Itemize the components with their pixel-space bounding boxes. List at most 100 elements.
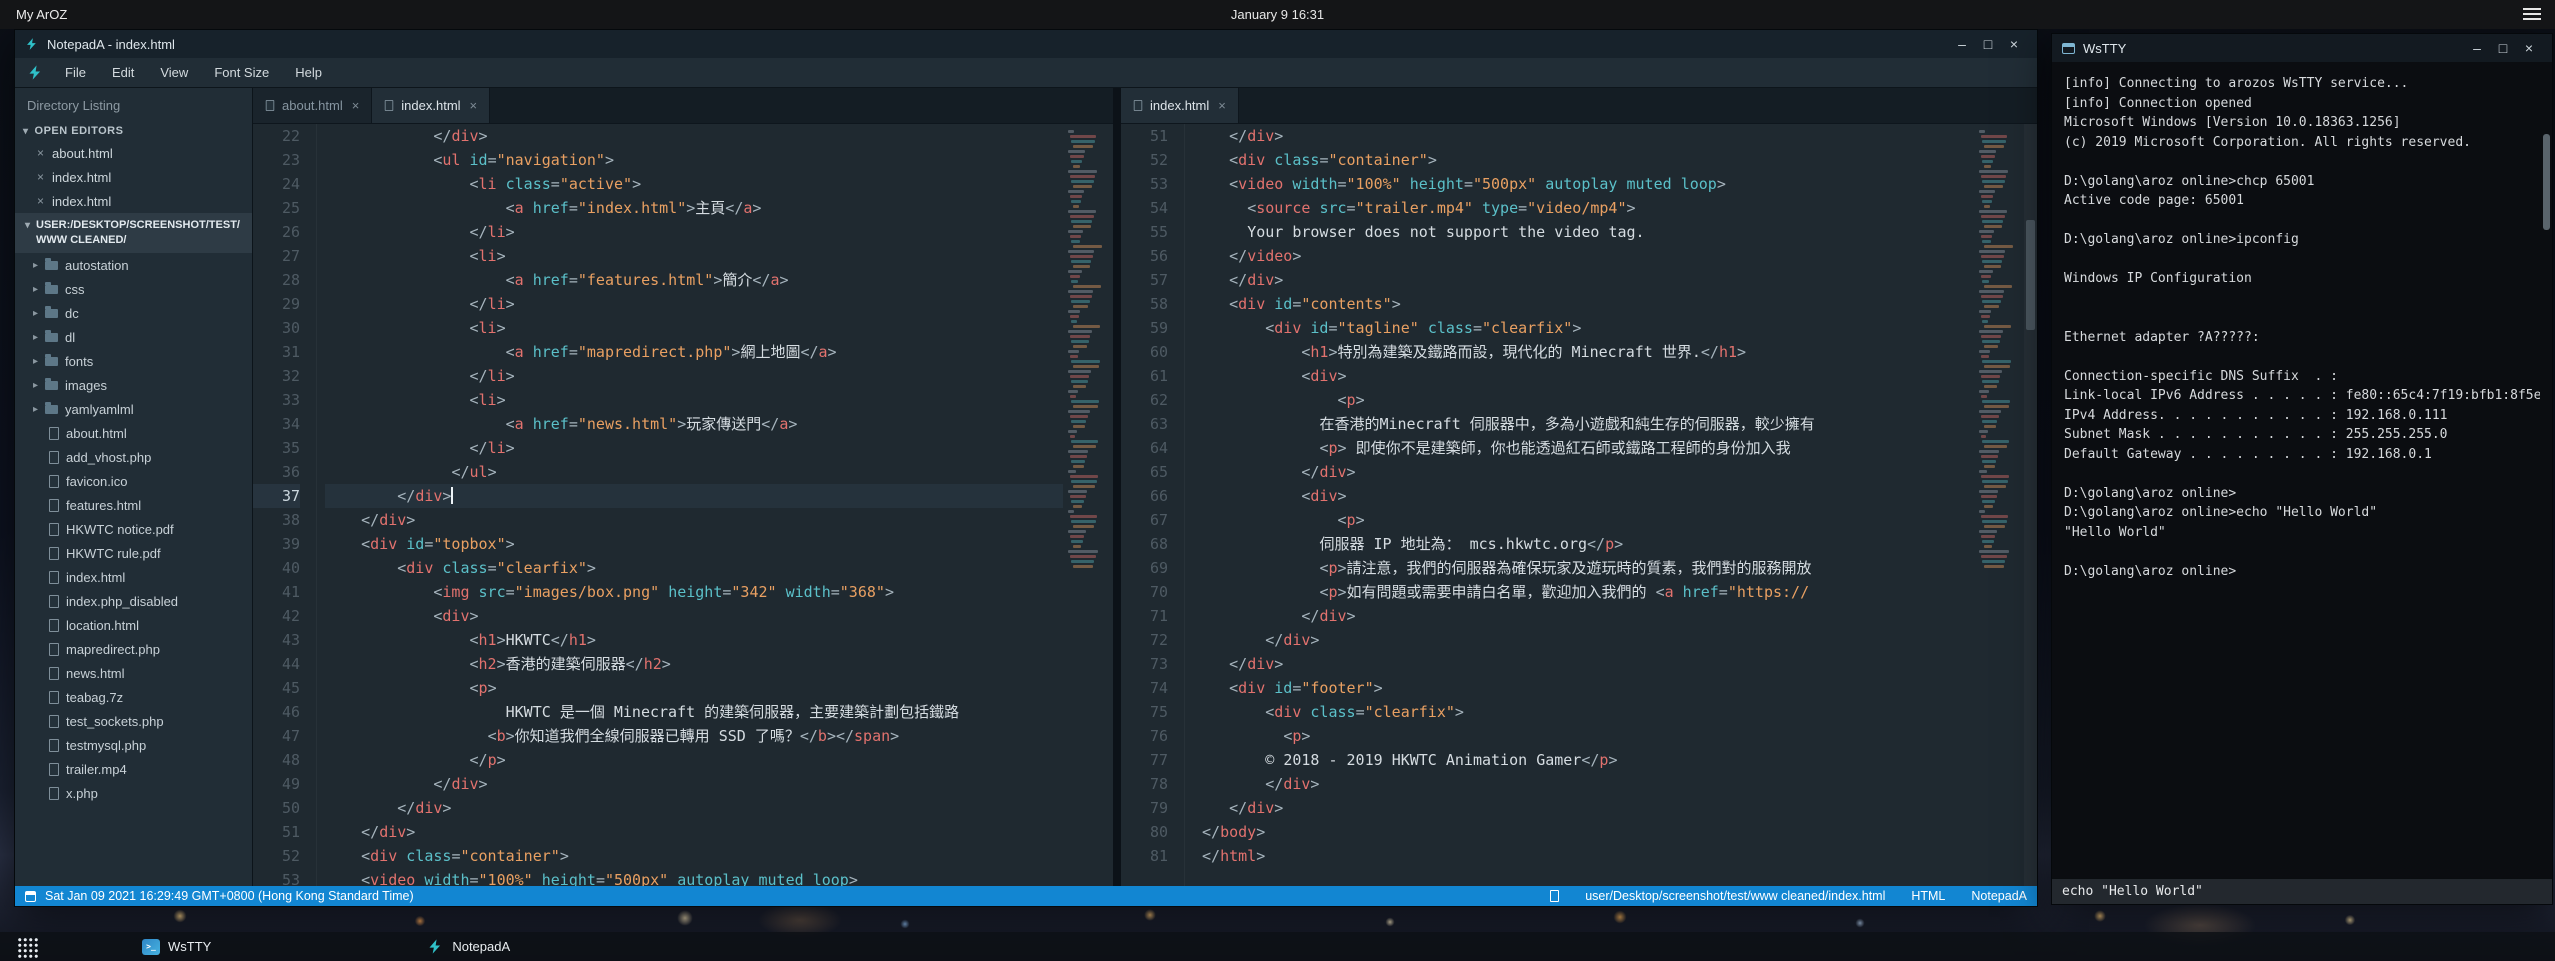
code-line-51[interactable]: </div> — [325, 820, 1063, 844]
code-line-44[interactable]: <h2>香港的建築伺服器</h2> — [325, 652, 1063, 676]
code-line-31[interactable]: <a href="mapredirect.php">網上地圖</a> — [325, 340, 1063, 364]
file-add_vhost.php[interactable]: add_vhost.php — [15, 445, 252, 469]
code-line-62[interactable]: <p> — [1193, 388, 1974, 412]
open-editor-index.html[interactable]: ×index.html — [15, 165, 252, 189]
code-line-24[interactable]: <li class="active"> — [325, 172, 1063, 196]
code-line-66[interactable]: <div> — [1193, 484, 1974, 508]
code-line-43[interactable]: <h1>HKWTC</h1> — [325, 628, 1063, 652]
folder-css[interactable]: ▸css — [15, 277, 252, 301]
system-menu[interactable]: My ArOZ — [16, 7, 67, 22]
code-line-57[interactable]: </div> — [1193, 268, 1974, 292]
code-line-38[interactable]: </div> — [325, 508, 1063, 532]
close-icon[interactable]: × — [37, 170, 44, 184]
file-HKWTC notice.pdf[interactable]: HKWTC notice.pdf — [15, 517, 252, 541]
code-editor-2[interactable]: </div> <div class="container"> <video wi… — [1185, 124, 1974, 886]
code-line-23[interactable]: <ul id="navigation"> — [325, 148, 1063, 172]
code-line-27[interactable]: <li> — [325, 244, 1063, 268]
menu-font-size[interactable]: Font Size — [201, 58, 282, 88]
tab-close-icon[interactable]: × — [1218, 98, 1226, 113]
close-icon[interactable]: × — [37, 194, 44, 208]
close-button[interactable]: × — [2001, 36, 2027, 52]
code-line-34[interactable]: <a href="news.html">玩家傳送門</a> — [325, 412, 1063, 436]
file-index.php_disabled[interactable]: index.php_disabled — [15, 589, 252, 613]
code-line-26[interactable]: </li> — [325, 220, 1063, 244]
app-launcher-button[interactable] — [12, 932, 42, 961]
code-editor-1[interactable]: </div> <ul id="navigation"> <li class="a… — [317, 124, 1063, 886]
code-line-50[interactable]: </div> — [325, 796, 1063, 820]
code-line-40[interactable]: <div class="clearfix"> — [325, 556, 1063, 580]
code-line-51[interactable]: </div> — [1193, 124, 1974, 148]
close-icon[interactable]: × — [37, 146, 44, 160]
open-editor-index.html[interactable]: ×index.html — [15, 189, 252, 213]
menu-file[interactable]: File — [52, 58, 99, 88]
code-line-73[interactable]: </div> — [1193, 652, 1974, 676]
code-line-53[interactable]: <video width="100%" height="500px" autop… — [1193, 172, 1974, 196]
terminal-input[interactable]: echo "Hello World" — [2052, 878, 2552, 904]
file-about.html[interactable]: about.html — [15, 421, 252, 445]
code-line-35[interactable]: </li> — [325, 436, 1063, 460]
file-teabag.7z[interactable]: teabag.7z — [15, 685, 252, 709]
file-location.html[interactable]: location.html — [15, 613, 252, 637]
code-line-56[interactable]: </video> — [1193, 244, 1974, 268]
folder-dl[interactable]: ▸dl — [15, 325, 252, 349]
close-button[interactable]: × — [2516, 40, 2542, 56]
file-test_sockets.php[interactable]: test_sockets.php — [15, 709, 252, 733]
code-line-71[interactable]: </div> — [1193, 604, 1974, 628]
taskbar-app-wstty[interactable]: >_WsTTY — [130, 932, 223, 961]
code-line-53[interactable]: <video width="100%" height="500px" autop… — [325, 868, 1063, 886]
file-testmysql.php[interactable]: testmysql.php — [15, 733, 252, 757]
code-line-79[interactable]: </div> — [1193, 796, 1974, 820]
minimize-button[interactable]: – — [2464, 40, 2490, 56]
code-line-64[interactable]: <p> 即使你不是建築師，你也能透過紅石師或鐵路工程師的身份加入我 — [1193, 436, 1974, 460]
code-line-22[interactable]: </div> — [325, 124, 1063, 148]
folder-images[interactable]: ▸images — [15, 373, 252, 397]
code-line-60[interactable]: <h1>特別為建築及鐵路而設，現代化的 Minecraft 世界.</h1> — [1193, 340, 1974, 364]
file-news.html[interactable]: news.html — [15, 661, 252, 685]
file-features.html[interactable]: features.html — [15, 493, 252, 517]
code-line-58[interactable]: <div id="contents"> — [1193, 292, 1974, 316]
maximize-button[interactable]: □ — [2490, 40, 2516, 56]
code-line-69[interactable]: <p>請注意，我們的伺服器為確保玩家及遊玩時的質素，我們對的服務開放 — [1193, 556, 1974, 580]
tab-index.html[interactable]: index.html× — [372, 88, 490, 123]
code-line-74[interactable]: <div id="footer"> — [1193, 676, 1974, 700]
file-trailer.mp4[interactable]: trailer.mp4 — [15, 757, 252, 781]
file-index.html[interactable]: index.html — [15, 565, 252, 589]
code-line-61[interactable]: <div> — [1193, 364, 1974, 388]
code-line-49[interactable]: </div> — [325, 772, 1063, 796]
code-line-80[interactable]: </body> — [1193, 820, 1974, 844]
menu-view[interactable]: View — [147, 58, 201, 88]
file-favicon.ico[interactable]: favicon.ico — [15, 469, 252, 493]
code-line-33[interactable]: <li> — [325, 388, 1063, 412]
workspace-root[interactable]: ▾ USER:/DESKTOP/SCREENSHOT/TEST/WWW CLEA… — [15, 213, 252, 253]
code-line-46[interactable]: HKWTC 是一個 Minecraft 的建築伺服器，主要建築計劃包括鐵路 — [325, 700, 1063, 724]
code-line-52[interactable]: <div class="container"> — [325, 844, 1063, 868]
folder-autostation[interactable]: ▸autostation — [15, 253, 252, 277]
tab-index.html[interactable]: index.html× — [1121, 88, 1239, 123]
tab-close-icon[interactable]: × — [352, 98, 360, 113]
menu-help[interactable]: Help — [282, 58, 335, 88]
taskbar-app-notepada[interactable]: NotepadA — [415, 932, 522, 961]
minimap-1[interactable] — [1063, 124, 1113, 886]
code-line-75[interactable]: <div class="clearfix"> — [1193, 700, 1974, 724]
code-line-41[interactable]: <img src="images/box.png" height="342" w… — [325, 580, 1063, 604]
file-x.php[interactable]: x.php — [15, 781, 252, 805]
code-line-72[interactable]: </div> — [1193, 628, 1974, 652]
code-line-68[interactable]: 伺服器 IP 地址為： mcs.hkwtc.org</p> — [1193, 532, 1974, 556]
code-line-65[interactable]: </div> — [1193, 460, 1974, 484]
code-line-78[interactable]: </div> — [1193, 772, 1974, 796]
code-line-39[interactable]: <div id="topbox"> — [325, 532, 1063, 556]
folder-yamlyamlml[interactable]: ▸yamlyamlml — [15, 397, 252, 421]
file-HKWTC rule.pdf[interactable]: HKWTC rule.pdf — [15, 541, 252, 565]
code-line-52[interactable]: <div class="container"> — [1193, 148, 1974, 172]
code-line-29[interactable]: </li> — [325, 292, 1063, 316]
hamburger-menu-icon[interactable] — [2523, 8, 2541, 20]
notepada-title-bar[interactable]: NotepadA - index.html – □ × — [15, 30, 2037, 58]
code-line-77[interactable]: © 2018 - 2019 HKWTC Animation Gamer</p> — [1193, 748, 1974, 772]
tab-about.html[interactable]: about.html× — [253, 88, 372, 123]
code-line-47[interactable]: <b>你知道我們全線伺服器已轉用 SSD 了嗎？</b></span> — [325, 724, 1063, 748]
code-line-36[interactable]: </ul> — [325, 460, 1063, 484]
menu-edit[interactable]: Edit — [99, 58, 147, 88]
folder-fonts[interactable]: ▸fonts — [15, 349, 252, 373]
file-mapredirect.php[interactable]: mapredirect.php — [15, 637, 252, 661]
open-editor-about.html[interactable]: ×about.html — [15, 141, 252, 165]
